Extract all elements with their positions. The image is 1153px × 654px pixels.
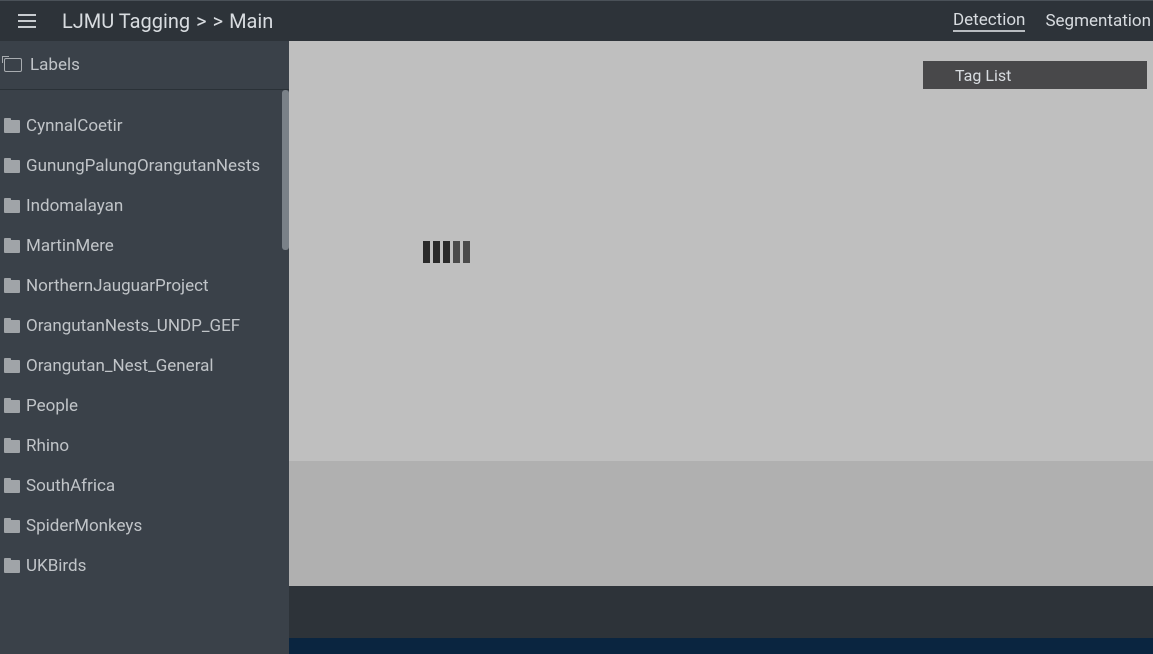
folder-list[interactable]: CynnalCoetir GunungPalungOrangutanNests … — [0, 90, 289, 586]
folder-label: CynnalCoetir — [26, 116, 123, 136]
folder-item-orangutannests-undp[interactable]: OrangutanNests_UNDP_GEF — [0, 306, 289, 346]
main-layout: Labels CynnalCoetir GunungPalungOranguta… — [0, 41, 1153, 654]
scrollbar-thumb[interactable] — [282, 90, 289, 250]
folder-item-southafrica[interactable]: SouthAfrica — [0, 466, 289, 506]
loading-spinner-icon — [423, 241, 470, 263]
folder-icon — [4, 280, 20, 293]
folder-label: SouthAfrica — [26, 476, 115, 496]
breadcrumb-current[interactable]: Main — [229, 9, 273, 33]
breadcrumb-separator: > — [213, 9, 223, 33]
tab-segmentation[interactable]: Segmentation — [1045, 11, 1151, 31]
folder-icon — [4, 520, 20, 533]
folder-item-ukbirds[interactable]: UKBirds — [0, 546, 289, 586]
folder-icon — [4, 480, 20, 493]
folder-label: OrangutanNests_UNDP_GEF — [26, 316, 240, 336]
folder-icon — [4, 320, 20, 333]
folder-label: GunungPalungOrangutanNests — [26, 156, 260, 176]
tab-detection[interactable]: Detection — [953, 10, 1025, 32]
mode-tabs: Detection Segmentation — [953, 1, 1153, 41]
folder-label: People — [26, 396, 78, 416]
app-header: LJMU Tagging > > Main Detection Segmenta… — [0, 0, 1153, 41]
folder-label: Indomalayan — [26, 196, 123, 216]
sidebar: Labels CynnalCoetir GunungPalungOranguta… — [0, 41, 289, 654]
folder-item-martinmere[interactable]: MartinMere — [0, 226, 289, 266]
content-area: Tag List — [289, 41, 1153, 654]
filmstrip-area[interactable] — [289, 461, 1153, 586]
folder-item-orangutan-nest-general[interactable]: Orangutan_Nest_General — [0, 346, 289, 386]
folder-label: MartinMere — [26, 236, 114, 256]
footer-bar — [289, 638, 1153, 654]
bottom-toolbar — [289, 586, 1153, 638]
breadcrumb: LJMU Tagging > > Main — [62, 9, 273, 33]
folder-item-cynnalcoetir[interactable]: CynnalCoetir — [0, 106, 289, 146]
folder-item-people[interactable]: People — [0, 386, 289, 426]
folder-item-gunungpalung[interactable]: GunungPalungOrangutanNests — [0, 146, 289, 186]
folder-item-spidermonkeys[interactable]: SpiderMonkeys — [0, 506, 289, 546]
canvas-area[interactable]: Tag List — [289, 41, 1153, 461]
folder-icon — [4, 120, 20, 133]
tag-list-label: Tag List — [955, 66, 1011, 85]
folder-label: NorthernJauguarProject — [26, 276, 209, 296]
folder-icon — [4, 440, 20, 453]
breadcrumb-separator: > — [196, 9, 206, 33]
folder-item-indomalayan[interactable]: Indomalayan — [0, 186, 289, 226]
folder-icon — [4, 360, 20, 373]
folder-label: SpiderMonkeys — [26, 516, 142, 536]
folder-item-northernjaguar[interactable]: NorthernJauguarProject — [0, 266, 289, 306]
folder-icon — [4, 240, 20, 253]
folder-label: UKBirds — [26, 556, 86, 576]
folder-icon — [4, 560, 20, 573]
tag-list-panel-header[interactable]: Tag List — [923, 61, 1147, 89]
folder-item-rhino[interactable]: Rhino — [0, 426, 289, 466]
folder-icon — [4, 200, 20, 213]
folder-icon — [4, 400, 20, 413]
labels-section-header[interactable]: Labels — [0, 41, 289, 90]
app-title[interactable]: LJMU Tagging — [62, 9, 190, 33]
folder-label: Rhino — [26, 436, 69, 456]
labels-title: Labels — [30, 55, 80, 75]
folder-label: Orangutan_Nest_General — [26, 356, 214, 376]
labels-icon — [4, 58, 22, 72]
folder-icon — [4, 160, 20, 173]
hamburger-menu-icon[interactable] — [18, 9, 42, 33]
